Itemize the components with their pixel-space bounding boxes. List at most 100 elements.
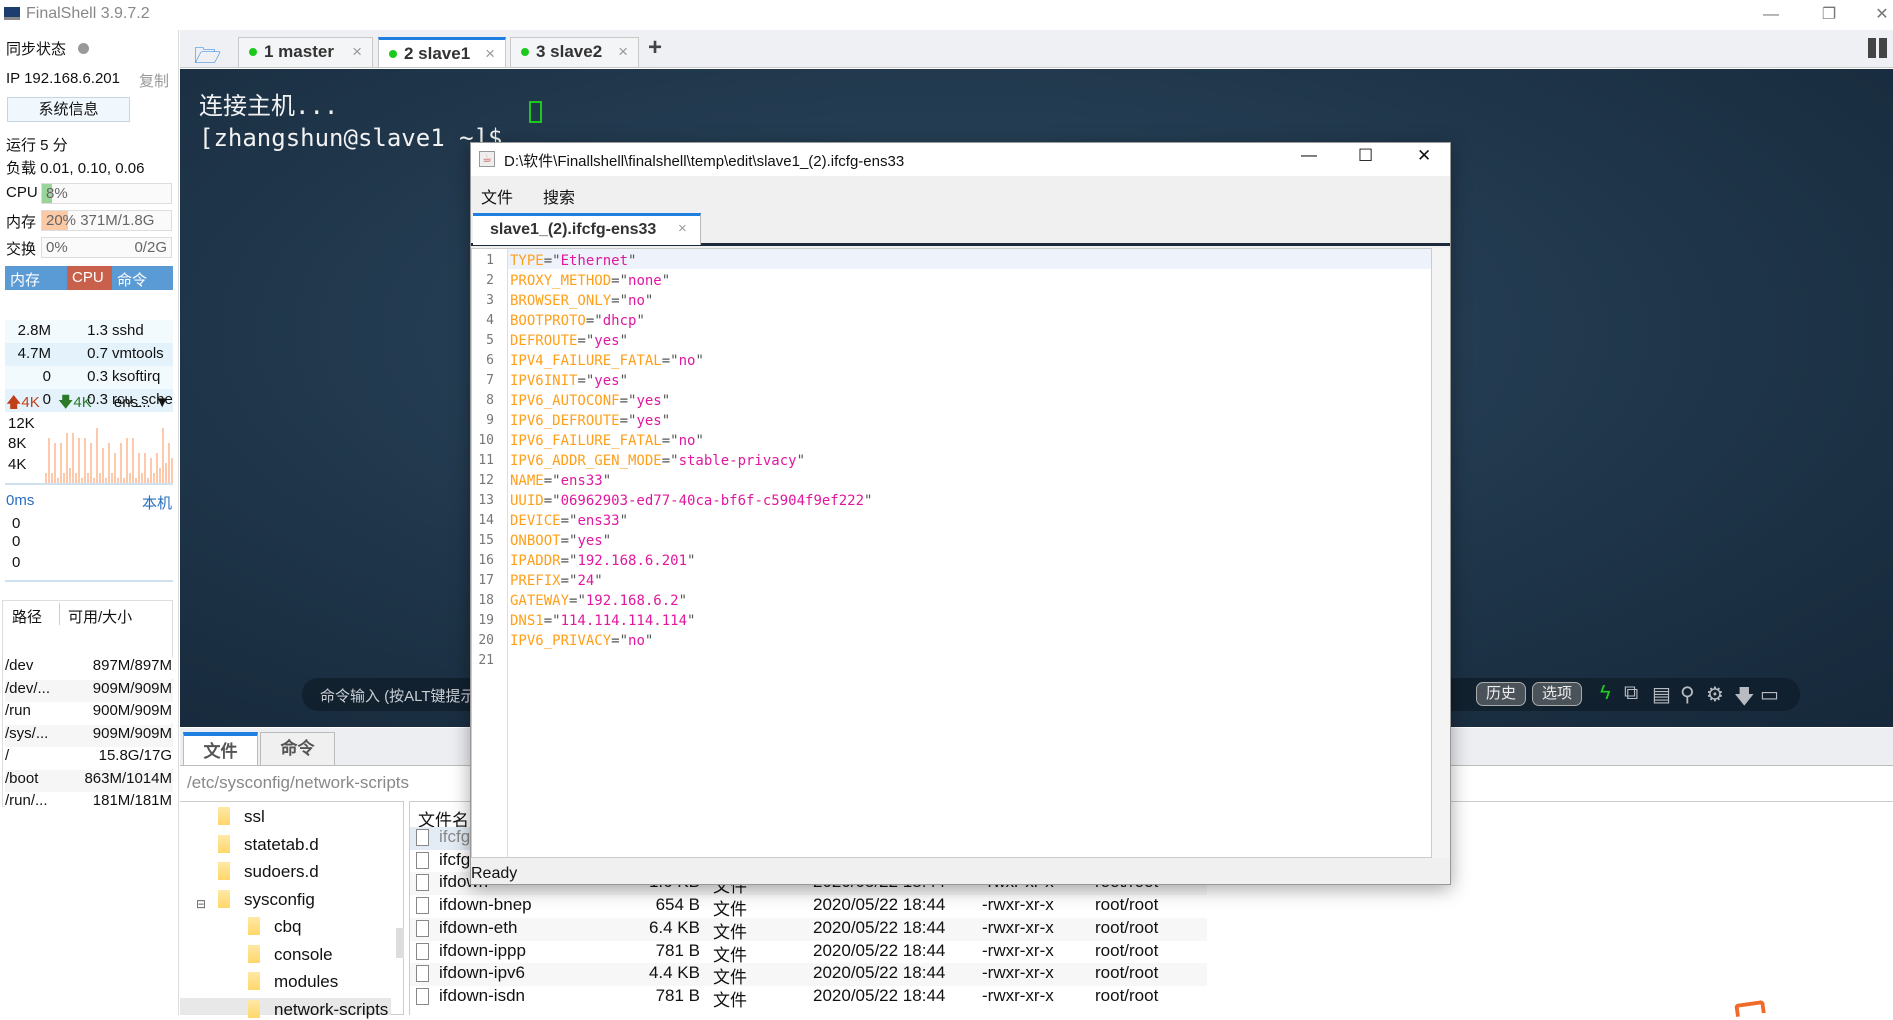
tab-commands[interactable]: 命令 — [260, 732, 335, 766]
process-row[interactable]: 2.8M 1.3 sshd — [5, 320, 173, 343]
net-bar — [78, 438, 80, 483]
net-bar — [150, 458, 152, 483]
disk-row[interactable]: / 15.8G/17G — [5, 747, 173, 769]
editor-minimize-button[interactable]: — — [1301, 147, 1317, 165]
restore-button[interactable]: ❐ — [1809, 2, 1849, 28]
chevron-down-icon[interactable]: ▼ — [151, 394, 170, 411]
disk-row[interactable]: /dev 897M/897M — [5, 657, 173, 679]
window-icon[interactable]: ▭ — [1760, 682, 1779, 707]
proc-header-cmd[interactable]: 命令 — [117, 269, 147, 290]
folder-icon — [218, 807, 230, 825]
tab-master[interactable]: 1 master × — [238, 37, 373, 68]
line-number: 10 — [478, 433, 494, 448]
tree-item[interactable]: sysconfig — [218, 889, 315, 910]
history-button[interactable]: 历史 — [1476, 682, 1527, 706]
process-row[interactable]: 0 0.3 ksoftirq — [5, 366, 173, 389]
copy-ip-link[interactable]: 复制 — [139, 70, 169, 91]
menu-search[interactable]: 搜索 — [543, 184, 575, 208]
close-tab-icon[interactable]: × — [352, 38, 362, 66]
net-bar — [135, 478, 137, 483]
proc-header-mem[interactable]: 内存 — [10, 269, 40, 290]
tab-files[interactable]: 文件 — [183, 732, 258, 766]
editor-title: D:\软件\Finallshell\finalshell\temp\edit\s… — [504, 153, 905, 170]
editor-close-button[interactable]: ✕ — [1417, 146, 1431, 166]
editor-scrollbar[interactable] — [1432, 248, 1450, 858]
options-button[interactable]: 选项 — [1532, 682, 1583, 706]
path-input[interactable]: /etc/sysconfig/network-scripts — [187, 773, 409, 793]
arrow-down-icon[interactable]: 🡇 — [1734, 682, 1755, 716]
collapse-icon[interactable]: ⊟ — [196, 897, 206, 911]
system-info-button[interactable]: 系统信息 — [7, 97, 130, 122]
layout-grid-icon[interactable] — [1868, 38, 1888, 58]
process-row[interactable]: 4.7M 0.7 vmtools — [5, 343, 173, 366]
tab-slave2[interactable]: 3 slave2 × — [510, 37, 639, 68]
tab-label: 1 master — [264, 42, 334, 61]
file-icon — [416, 897, 429, 915]
tree-item[interactable]: statetab.d — [218, 834, 319, 855]
close-button[interactable]: ✕ — [1862, 2, 1893, 28]
code-line: IPV6INIT="yes" — [510, 373, 629, 389]
sidebar: 同步状态 IP 192.168.6.201 复制 系统信息 运行 5 分 负载 … — [0, 30, 179, 1015]
editor-tab[interactable]: slave1_(2).ifcfg-ens33 × — [473, 213, 701, 245]
file-row[interactable]: ifdown-bnep 654 B 文件 2020/05/22 18:44 -r… — [410, 895, 1207, 919]
tab-label: 2 slave1 — [404, 44, 471, 63]
tree-item[interactable]: modules — [248, 972, 338, 992]
disk-row[interactable]: /dev/... 909M/909M — [5, 679, 173, 702]
proc-cpu: 0.3 — [87, 368, 108, 385]
minimize-button[interactable]: — — [1751, 2, 1791, 28]
search-icon[interactable]: ⚲ — [1680, 682, 1695, 707]
disk-header-path[interactable]: 路径 — [12, 606, 42, 627]
tab-slave1[interactable]: 2 slave1 × — [378, 37, 506, 68]
disk-row[interactable]: /boot 863M/1014M — [5, 769, 173, 792]
net-bar — [141, 473, 143, 483]
tree-item[interactable]: network-scripts — [248, 999, 388, 1020]
tree-scrollbar[interactable] — [396, 928, 404, 958]
config-key: UUID — [510, 493, 544, 509]
disk-row[interactable]: /run 900M/909M — [5, 702, 173, 724]
editor-maximize-button[interactable]: ☐ — [1358, 146, 1373, 166]
lightning-icon[interactable]: ϟ — [1600, 682, 1611, 705]
disk-header-size[interactable]: 可用/大小 — [68, 606, 132, 627]
paste-icon[interactable]: ▤ — [1652, 682, 1671, 707]
tree-item[interactable]: cbq — [248, 917, 301, 937]
line-number: 12 — [478, 473, 494, 488]
file-owner: root/root — [1095, 895, 1159, 915]
add-tab-button[interactable]: + — [648, 34, 662, 62]
file-row[interactable]: ifdown-ippp 781 B 文件 2020/05/22 18:44 -r… — [410, 940, 1207, 965]
disk-path: /dev — [5, 657, 34, 674]
folder-icon — [218, 862, 230, 880]
tree-item[interactable]: console — [248, 944, 333, 965]
proc-cpu: 1.3 — [87, 322, 108, 339]
file-row[interactable]: ifdown-eth 6.4 KB 文件 2020/05/22 18:44 -r… — [410, 917, 1207, 942]
tree-item[interactable]: ssl — [218, 807, 265, 827]
net-bar — [153, 473, 155, 483]
gear-icon[interactable]: ⚙ — [1706, 682, 1724, 707]
file-row[interactable]: ifdown-ipv6 4.4 KB 文件 2020/05/22 18:44 -… — [410, 963, 1207, 987]
title-bar: FinalShell 3.9.7.2 — ❐ ✕ — [0, 0, 1893, 30]
copy-icon[interactable]: ⧉ — [1624, 682, 1638, 705]
line-number: 20 — [478, 633, 494, 648]
close-tab-icon[interactable]: × — [618, 38, 628, 66]
proc-header-cpu[interactable]: CPU — [67, 266, 112, 290]
close-tab-icon[interactable]: × — [678, 220, 687, 237]
code-line: GATEWAY="192.168.6.2" — [510, 593, 688, 609]
disk-row[interactable]: /run/... 181M/181M — [5, 792, 173, 814]
config-key: IPV6_ADDR_GEN_MODE — [510, 453, 662, 469]
tree-item[interactable]: sudoers.d — [218, 862, 319, 882]
code-editor[interactable]: 1 TYPE="Ethernet" 2 PROXY_METHOD="none" 3 BRO… — [471, 248, 1432, 858]
proc-cpu: 0.7 — [87, 345, 108, 362]
net-bar — [51, 473, 53, 483]
connected-dot-icon — [389, 50, 397, 58]
menu-file[interactable]: 文件 — [481, 184, 513, 208]
close-tab-icon[interactable]: × — [485, 40, 495, 68]
interface-select[interactable]: ens... — [114, 394, 151, 411]
swap-value: 0% — [46, 239, 68, 256]
file-row[interactable]: ifdown-isdn 781 B 文件 2020/05/22 18:44 -r… — [410, 985, 1207, 1010]
folder-icon — [218, 889, 230, 908]
config-value: 24 — [577, 573, 595, 589]
config-key: GATEWAY — [510, 593, 570, 609]
disk-row[interactable]: /sys/... 909M/909M — [5, 724, 173, 747]
uptime: 运行 5 分 — [6, 137, 68, 154]
ping-value: 0 — [12, 515, 21, 532]
ping-host[interactable]: 本机 — [142, 492, 172, 513]
